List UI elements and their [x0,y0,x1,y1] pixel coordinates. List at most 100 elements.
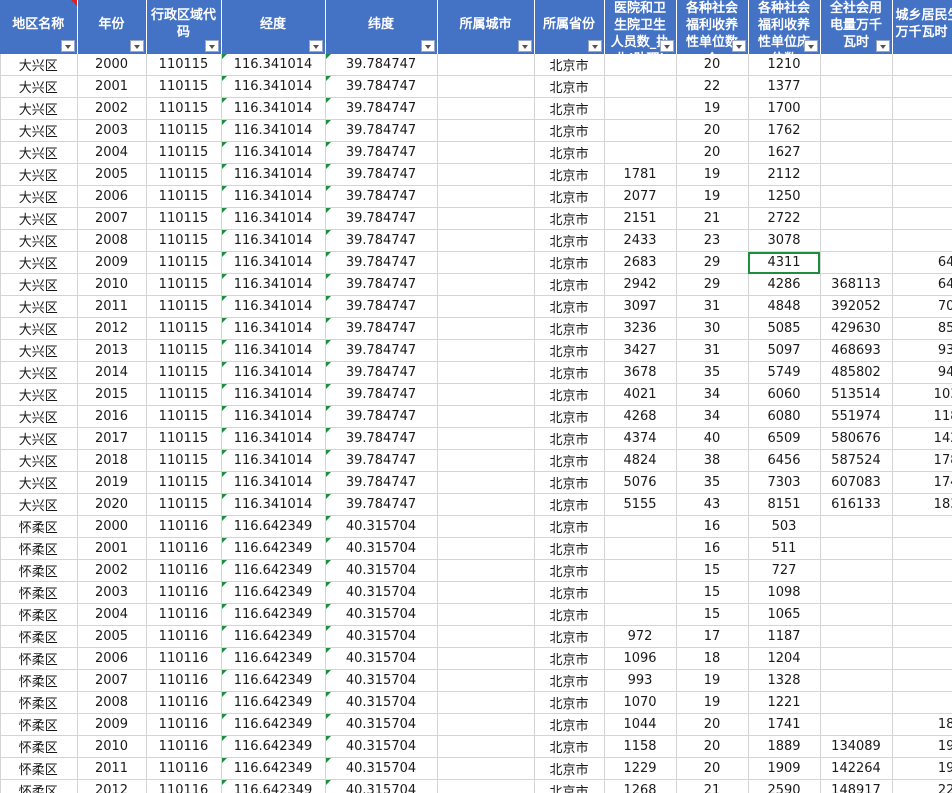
cell[interactable]: 40.315704 [325,669,438,692]
cell[interactable]: 110115 [146,383,222,406]
cell[interactable]: 北京市 [534,383,605,406]
cell[interactable] [892,54,952,76]
cell[interactable]: 1762 [748,119,821,142]
cell[interactable]: 2008 [77,691,147,714]
cell[interactable]: 34 [675,405,749,428]
cell[interactable]: 580676 [820,427,893,450]
cell[interactable]: 39.784747 [325,383,438,406]
cell[interactable]: 北京市 [534,581,605,604]
cell[interactable] [437,405,535,428]
cell[interactable]: 174212 [892,471,952,494]
cell[interactable] [437,449,535,472]
cell[interactable]: 2005 [77,163,147,186]
cell[interactable]: 551974 [820,405,893,428]
cell[interactable]: 18 [675,647,749,670]
cell[interactable]: 2007 [77,207,147,230]
cell[interactable] [437,207,535,230]
cell[interactable]: 39.784747 [325,361,438,384]
cell[interactable]: 368113 [820,273,893,296]
cell[interactable]: 16 [675,537,749,560]
cell[interactable]: 134089 [820,735,893,758]
cell[interactable]: 70413 [892,295,952,318]
cell[interactable] [437,779,535,793]
cell[interactable]: 大兴区 [0,471,78,494]
filter-dropdown-icon[interactable] [129,40,144,52]
cell[interactable]: 1044 [603,713,677,736]
cell[interactable]: 2000 [77,515,147,538]
cell[interactable]: 110115 [146,317,222,340]
cell[interactable]: 2004 [77,603,147,626]
cell[interactable] [892,647,952,670]
cell[interactable]: 15 [675,603,749,626]
cell[interactable]: 116.341014 [221,229,326,252]
cell[interactable]: 485802 [820,361,893,384]
cell[interactable]: 39.784747 [325,493,438,516]
cell[interactable]: 39.784747 [325,273,438,296]
cell[interactable] [437,97,535,120]
cell[interactable]: 北京市 [534,735,605,758]
cell[interactable]: 北京市 [534,251,605,274]
cell[interactable]: 116.642349 [221,757,326,780]
cell[interactable] [603,141,677,164]
spreadsheet[interactable]: 地区名称 年份 行政区域代码 经度 纬度 所属城市 所属省份 医院和卫生院卫生人… [0,0,952,793]
cell[interactable]: 1250 [748,185,821,208]
cell[interactable]: 116.642349 [221,603,326,626]
cell[interactable]: 40.315704 [325,581,438,604]
cell[interactable]: 116.341014 [221,295,326,318]
cell[interactable]: 110115 [146,471,222,494]
cell[interactable]: 2012 [77,779,147,793]
cell[interactable]: 大兴区 [0,427,78,450]
cell[interactable]: 972 [603,625,677,648]
cell[interactable]: 北京市 [534,449,605,472]
cell[interactable] [437,647,535,670]
cell[interactable]: 392052 [820,295,893,318]
cell[interactable]: 北京市 [534,119,605,142]
cell[interactable] [437,163,535,186]
cell[interactable] [437,757,535,780]
cell[interactable]: 1070 [603,691,677,714]
cell[interactable]: 116.642349 [221,669,326,692]
cell[interactable] [820,163,893,186]
cell[interactable]: 2013 [77,339,147,362]
cell[interactable]: 34 [675,383,749,406]
cell[interactable]: 116.642349 [221,779,326,793]
cell[interactable]: 142037 [892,427,952,450]
cell[interactable]: 2001 [77,75,147,98]
cell[interactable]: 大兴区 [0,339,78,362]
cell[interactable] [603,75,677,98]
cell[interactable] [820,141,893,164]
cell[interactable]: 39.784747 [325,251,438,274]
cell[interactable] [603,97,677,120]
cell[interactable]: 3427 [603,339,677,362]
cell[interactable]: 39.784747 [325,339,438,362]
cell[interactable]: 7303 [748,471,821,494]
cell[interactable]: 110116 [146,757,222,780]
cell[interactable]: 北京市 [534,779,605,793]
cell[interactable]: 148917 [820,779,893,793]
cell[interactable] [437,273,535,296]
cell[interactable] [437,427,535,450]
cell[interactable]: 北京市 [534,603,605,626]
cell[interactable]: 39.784747 [325,54,438,76]
cell[interactable]: 1700 [748,97,821,120]
cell[interactable]: 29 [675,251,749,274]
cell[interactable]: 大兴区 [0,97,78,120]
cell[interactable]: 19 [675,185,749,208]
cell[interactable]: 39.784747 [325,163,438,186]
cell[interactable] [603,603,677,626]
cell[interactable]: 93135 [892,339,952,362]
cell[interactable]: 2019 [77,471,147,494]
cell[interactable]: 116.642349 [221,581,326,604]
cell[interactable]: 北京市 [534,757,605,780]
cell[interactable]: 1328 [748,669,821,692]
cell[interactable]: 怀柔区 [0,559,78,582]
cell[interactable]: 大兴区 [0,251,78,274]
cell[interactable]: 18266 [892,713,952,736]
cell[interactable]: 40.315704 [325,625,438,648]
header-cell[interactable]: 年份 [77,0,147,54]
cell[interactable] [820,54,893,76]
cell[interactable] [820,97,893,120]
cell[interactable]: 40.315704 [325,735,438,758]
cell[interactable]: 2015 [77,383,147,406]
cell[interactable]: 40.315704 [325,779,438,793]
